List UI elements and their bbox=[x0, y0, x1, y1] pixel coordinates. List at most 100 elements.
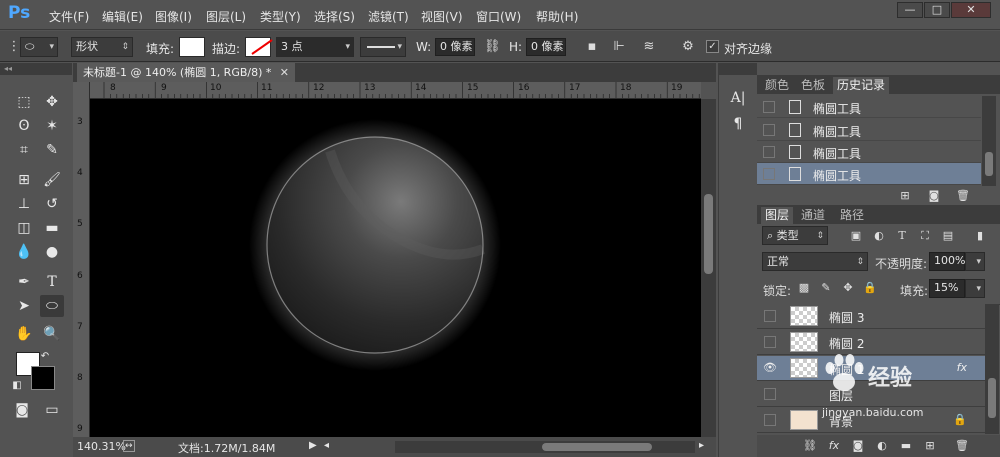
move-tool-icon[interactable]: ✥ bbox=[40, 91, 64, 113]
blend-mode-select[interactable]: 正常 ⇕ bbox=[762, 252, 868, 271]
fill-slider-toggle[interactable]: ▾ bbox=[965, 279, 985, 298]
screen-mode-icon[interactable]: ▭ bbox=[40, 399, 64, 421]
opacity-slider-toggle[interactable]: ▾ bbox=[965, 252, 985, 271]
opacity-input[interactable]: 100% bbox=[929, 252, 965, 271]
layer-name[interactable]: 椭圆 1 bbox=[829, 361, 864, 378]
history-snapshot-checkbox[interactable] bbox=[763, 101, 775, 113]
zoom-level[interactable]: 140.31% bbox=[77, 440, 126, 453]
layer-row[interactable]: 图层 bbox=[757, 382, 985, 407]
new-group-icon[interactable]: ▬ bbox=[897, 438, 915, 454]
history-snapshot-checkbox[interactable] bbox=[763, 124, 775, 136]
crop-tool-icon[interactable]: ⌗ bbox=[12, 139, 36, 161]
menu-select[interactable]: 选择(S) bbox=[314, 8, 355, 25]
scroll-thumb[interactable] bbox=[704, 194, 713, 274]
swap-colors-icon[interactable]: ↶ bbox=[38, 346, 52, 368]
panel-collapse-handle[interactable]: ◂◂ bbox=[0, 63, 72, 75]
clone-stamp-tool-icon[interactable]: ⊥ bbox=[12, 193, 36, 215]
path-arrangement-icon[interactable]: ≋ bbox=[641, 39, 657, 55]
menu-layer[interactable]: 图层(L) bbox=[206, 8, 246, 25]
history-snapshot-checkbox[interactable] bbox=[763, 146, 775, 158]
close-window-button[interactable]: ✕ bbox=[951, 2, 991, 18]
scroll-thumb[interactable] bbox=[988, 378, 996, 418]
scroll-left-icon[interactable]: ◂ bbox=[324, 440, 329, 451]
dock-collapse-handle[interactable] bbox=[719, 63, 757, 75]
menu-window[interactable]: 窗口(W) bbox=[476, 8, 521, 25]
camera-icon[interactable]: ◙ bbox=[925, 188, 943, 204]
tool-preset-picker[interactable]: ⬭ ▾ bbox=[20, 37, 58, 57]
stroke-width-input[interactable]: 3 点 ▾ bbox=[276, 37, 354, 57]
lasso-tool-icon[interactable]: ʘ bbox=[12, 115, 36, 137]
vertical-scrollbar[interactable] bbox=[701, 99, 716, 437]
menu-type[interactable]: 类型(Y) bbox=[260, 8, 301, 25]
document-tab[interactable]: 未标题-1 @ 140% (椭圆 1, RGB/8) * ✕ bbox=[77, 63, 295, 82]
lock-all-icon[interactable]: 🔒 bbox=[861, 280, 879, 296]
eyedropper-tool-icon[interactable]: ✎ bbox=[40, 139, 64, 161]
visibility-toggle[interactable] bbox=[764, 414, 776, 426]
vertical-ruler[interactable]: 3 4 5 6 7 8 9 bbox=[73, 82, 90, 437]
dodge-tool-icon[interactable]: ● bbox=[40, 241, 64, 263]
mode-select[interactable]: 形状 ⇕ bbox=[71, 37, 133, 57]
align-edges-checkbox[interactable]: ✓ bbox=[706, 40, 719, 53]
menu-image[interactable]: 图像(I) bbox=[155, 8, 192, 25]
minimize-button[interactable]: — bbox=[897, 2, 923, 18]
menu-edit[interactable]: 编辑(E) bbox=[102, 8, 143, 25]
trash-icon[interactable]: 🗑 bbox=[954, 188, 972, 204]
tab-swatches[interactable]: 色板 bbox=[797, 77, 829, 94]
scroll-thumb[interactable] bbox=[542, 443, 652, 451]
filter-pixel-icon[interactable]: ▣ bbox=[847, 228, 865, 244]
blur-tool-icon[interactable]: 💧 bbox=[12, 241, 36, 263]
trash-icon[interactable]: 🗑 bbox=[953, 438, 971, 454]
history-item-selected[interactable]: 椭圆工具 bbox=[757, 163, 981, 185]
status-menu-arrow-icon[interactable]: ▶ bbox=[309, 440, 317, 451]
magic-wand-tool-icon[interactable]: ✶ bbox=[40, 115, 64, 137]
history-item[interactable]: 椭圆工具 bbox=[757, 119, 981, 141]
adjustment-layer-icon[interactable]: ◐ bbox=[873, 438, 891, 454]
close-icon[interactable]: ✕ bbox=[280, 63, 289, 82]
marquee-tool-icon[interactable]: ⬚ bbox=[12, 91, 36, 113]
menu-file[interactable]: 文件(F) bbox=[49, 8, 89, 25]
new-document-from-state-icon[interactable]: ⊞ bbox=[896, 188, 914, 204]
gradient-tool-icon[interactable]: ▬ bbox=[40, 217, 64, 239]
scroll-thumb[interactable] bbox=[985, 152, 993, 176]
lock-position-icon[interactable]: ✥ bbox=[839, 280, 857, 296]
status-info-icon[interactable]: ↔ bbox=[123, 440, 135, 452]
height-input[interactable]: 0 像素 bbox=[526, 38, 566, 56]
maximize-button[interactable]: □ bbox=[924, 2, 950, 18]
layers-scrollbar[interactable] bbox=[985, 304, 999, 434]
ellipse-tool-icon[interactable]: ⬭ bbox=[40, 295, 64, 317]
fill-input[interactable]: 15% bbox=[929, 279, 965, 298]
add-style-icon[interactable]: fx bbox=[825, 438, 843, 454]
quick-mask-icon[interactable]: ◙ bbox=[10, 399, 34, 421]
filter-smart-object-icon[interactable]: ▤ bbox=[939, 228, 957, 244]
layer-name[interactable]: 图层 bbox=[829, 387, 853, 404]
path-operations-icon[interactable]: ▪ bbox=[584, 39, 600, 55]
visibility-toggle[interactable] bbox=[764, 310, 776, 322]
filter-toggle-icon[interactable]: ▮ bbox=[971, 228, 989, 244]
history-scrollbar[interactable] bbox=[982, 96, 996, 186]
menu-view[interactable]: 视图(V) bbox=[421, 8, 463, 25]
layer-name[interactable]: 椭圆 2 bbox=[829, 335, 864, 352]
fx-icon[interactable]: fx bbox=[957, 361, 967, 374]
history-brush-tool-icon[interactable]: ↺ bbox=[40, 193, 64, 215]
history-item[interactable]: 椭圆工具 bbox=[757, 96, 981, 118]
link-layers-icon[interactable]: ⛓ bbox=[801, 438, 819, 454]
layer-name[interactable]: 椭圆 3 bbox=[829, 309, 864, 326]
horizontal-scrollbar[interactable] bbox=[395, 441, 695, 453]
eye-icon[interactable]: 👁 bbox=[763, 361, 777, 375]
visibility-toggle[interactable] bbox=[764, 336, 776, 348]
hand-tool-icon[interactable]: ✋ bbox=[12, 323, 36, 345]
path-selection-tool-icon[interactable]: ➤ bbox=[12, 295, 36, 317]
horizontal-ruler[interactable]: 8 9 10 11 12 13 14 15 16 17 18 19 bbox=[90, 82, 701, 99]
history-snapshot-checkbox[interactable] bbox=[763, 168, 775, 180]
menu-filter[interactable]: 滤镜(T) bbox=[368, 8, 409, 25]
gear-icon[interactable]: ⚙ bbox=[680, 39, 696, 55]
new-layer-icon[interactable]: ⊞ bbox=[921, 438, 939, 454]
tab-channels[interactable]: 通道 bbox=[797, 207, 829, 224]
tab-history[interactable]: 历史记录 bbox=[833, 77, 890, 94]
brush-tool-icon[interactable]: 🖌 bbox=[40, 169, 64, 191]
zoom-tool-icon[interactable]: 🔍 bbox=[40, 323, 64, 345]
tab-paths[interactable]: 路径 bbox=[836, 207, 868, 224]
lock-transparent-icon[interactable]: ▩ bbox=[795, 280, 813, 296]
layer-name[interactable]: 背景 bbox=[829, 413, 853, 430]
add-mask-icon[interactable]: ◙ bbox=[849, 438, 867, 454]
